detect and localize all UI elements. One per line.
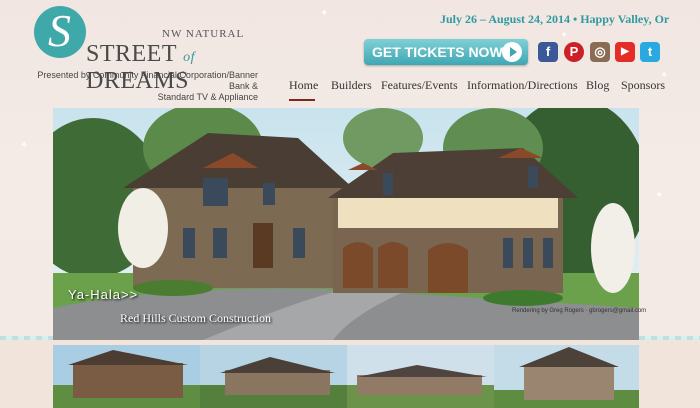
logo-title-of: of: [183, 50, 195, 65]
presented-by-line2: Standard TV & Appliance: [157, 92, 258, 102]
event-dates: July 26 – August 24, 2014 • Happy Valley…: [440, 12, 670, 26]
facebook-icon[interactable]: f: [538, 42, 558, 62]
thumbnail-2-image: [200, 345, 347, 408]
sparkle-decoration: ✦: [560, 30, 569, 41]
logo-letter: S: [48, 5, 71, 56]
get-tickets-button[interactable]: GET TICKETS NOW: [364, 39, 528, 65]
nav-sponsors[interactable]: Sponsors: [621, 78, 665, 93]
nav-home[interactable]: Home: [289, 78, 318, 93]
get-tickets-label: GET TICKETS NOW: [372, 44, 503, 60]
thumbnail-3-image: [347, 345, 494, 408]
thumbnail-2[interactable]: [200, 345, 347, 408]
play-arrow-icon: [502, 42, 522, 62]
nav-information-directions[interactable]: Information/Directions: [467, 78, 578, 93]
thumbnail-4[interactable]: [494, 345, 639, 408]
thumbnail-1[interactable]: [53, 345, 200, 408]
hero-home-name[interactable]: Ya-Hala>>: [68, 287, 138, 302]
nav-builders[interactable]: Builders: [331, 78, 372, 93]
hero-credit: Rendering by Greg Rogers · gbrogers@gmai…: [512, 308, 647, 314]
pinterest-icon[interactable]: P: [564, 42, 584, 62]
presented-by-line1: Presented by Community Financial Corpora…: [37, 70, 258, 91]
nav-features-events[interactable]: Features/Events: [381, 78, 458, 93]
logo-title-street: STREET: [86, 41, 177, 67]
youtube-icon[interactable]: ▶: [615, 42, 635, 62]
sparkle-decoration: ✦: [320, 8, 329, 19]
logo-sponsor-text: NW NATURAL: [162, 28, 245, 40]
instagram-icon[interactable]: ◎: [590, 42, 610, 62]
twitter-icon[interactable]: t: [640, 42, 660, 62]
thumbnail-4-image: [494, 345, 639, 408]
hero-slideshow[interactable]: [53, 108, 639, 340]
thumbnail-1-image: [53, 345, 200, 408]
nav-blog[interactable]: Blog: [586, 78, 609, 93]
nav-active-indicator: [289, 99, 315, 101]
hero-house-image: [53, 108, 639, 340]
hero-builder-name: Red Hills Custom Construction: [120, 311, 272, 325]
logo-emblem: S: [34, 5, 86, 58]
thumbnail-3[interactable]: [347, 345, 494, 408]
sparkle-decoration: ✦: [655, 190, 664, 201]
sparkle-decoration: ✦: [20, 140, 29, 151]
presented-by: Presented by Community Financial Corpora…: [28, 70, 258, 103]
